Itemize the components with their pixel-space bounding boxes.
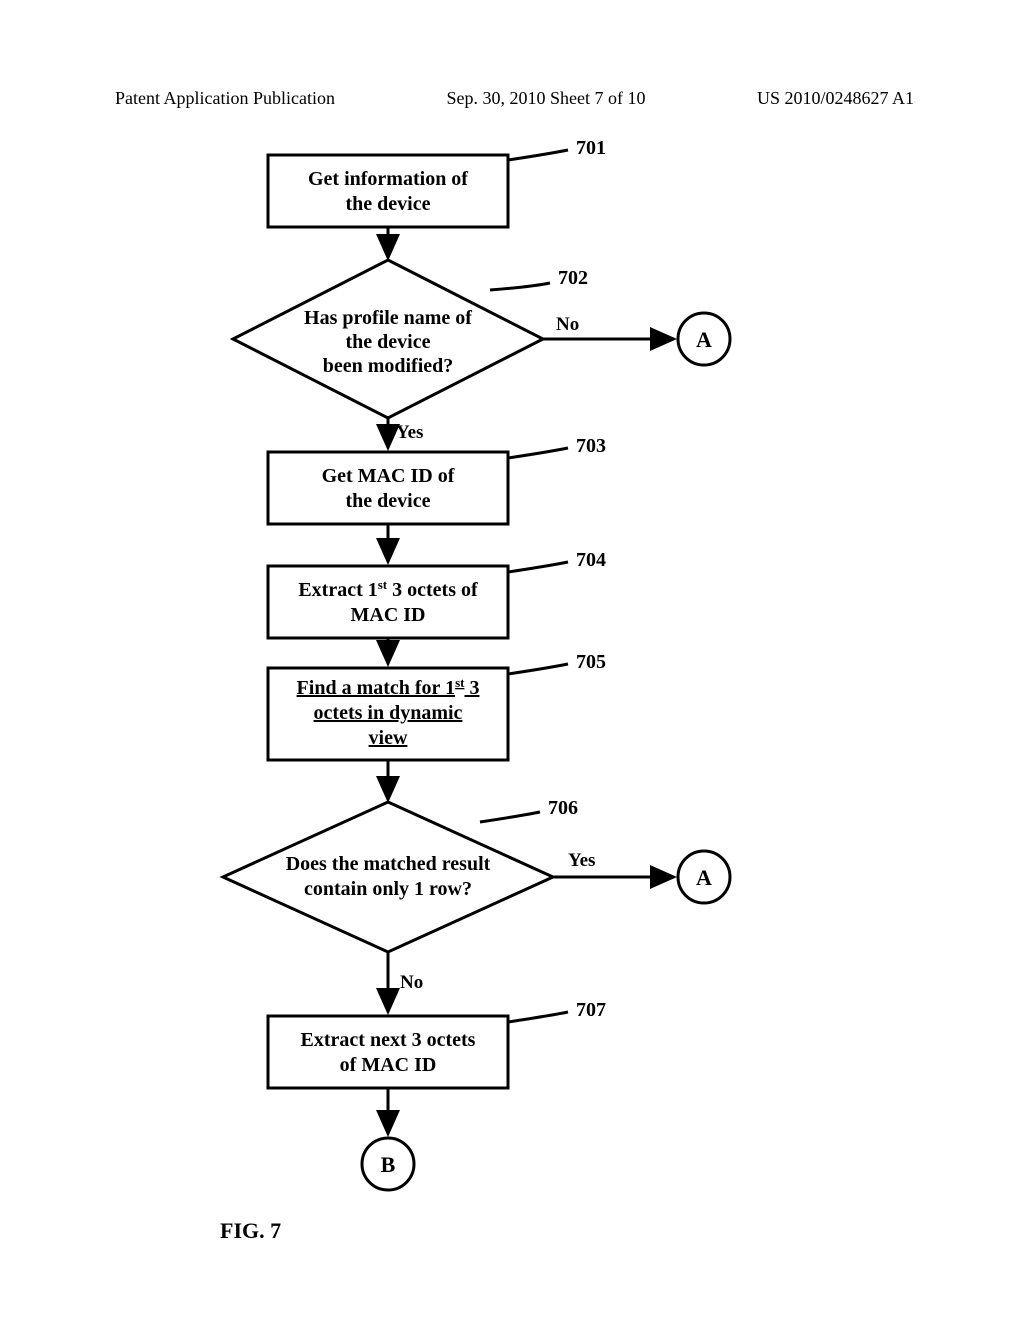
process-705-line3: view	[369, 727, 408, 749]
decision-706: Does the matched result contain only 1 r…	[223, 802, 553, 952]
ref-707: 707	[576, 999, 606, 1021]
decision-706-no: No	[400, 972, 423, 993]
decision-702-yes: Yes	[396, 422, 423, 443]
process-707: Extract next 3 octets of MAC ID	[268, 1016, 508, 1088]
decision-702-line2: the device	[346, 331, 431, 353]
process-705-line2: octets in dynamic	[314, 702, 463, 724]
process-703: Get MAC ID of the device	[268, 452, 508, 524]
process-707-line1: Extract next 3 octets	[301, 1029, 476, 1051]
decision-702: Has profile name of the device been modi…	[233, 260, 543, 418]
ref-703: 703	[576, 435, 606, 457]
process-701: Get information of the device	[268, 155, 508, 227]
process-703-line2: the device	[346, 490, 431, 512]
decision-706-yes: Yes	[568, 850, 595, 871]
connector-a-702-label: A	[696, 327, 712, 352]
process-705-line1: Find a match for 1st 3	[297, 675, 480, 699]
process-705: Find a match for 1st 3 octets in dynamic…	[268, 668, 508, 760]
header-publication: Patent Application Publication	[115, 88, 335, 109]
ref-702: 702	[558, 267, 588, 289]
connector-a-706-label: A	[696, 865, 712, 890]
decision-702-line1: Has profile name of	[304, 307, 472, 329]
decision-706-line1: Does the matched result	[286, 853, 491, 875]
process-703-line1: Get MAC ID of	[322, 465, 455, 487]
process-701-line2: the device	[346, 193, 431, 215]
process-707-line2: of MAC ID	[340, 1054, 437, 1076]
decision-702-line3: been modified?	[323, 355, 454, 377]
process-704-line1: Extract 1st 3 octets of	[298, 577, 478, 601]
flowchart-diagram: Get information of the device 701 Has pr…	[0, 140, 1024, 1240]
decision-702-no: No	[556, 314, 579, 335]
ref-701: 701	[576, 140, 606, 159]
ref-704: 704	[576, 549, 606, 571]
connector-b-label: B	[381, 1152, 396, 1177]
ref-706: 706	[548, 797, 578, 819]
ref-705: 705	[576, 651, 606, 673]
decision-706-line2: contain only 1 row?	[304, 878, 472, 900]
header-patent-number: US 2010/0248627 A1	[757, 88, 914, 109]
process-701-line1: Get information of	[308, 168, 468, 190]
header-date-sheet: Sep. 30, 2010 Sheet 7 of 10	[446, 88, 645, 109]
process-704-line2: MAC ID	[351, 604, 426, 626]
process-704: Extract 1st 3 octets of MAC ID	[268, 566, 508, 638]
figure-label: FIG. 7	[220, 1218, 281, 1243]
